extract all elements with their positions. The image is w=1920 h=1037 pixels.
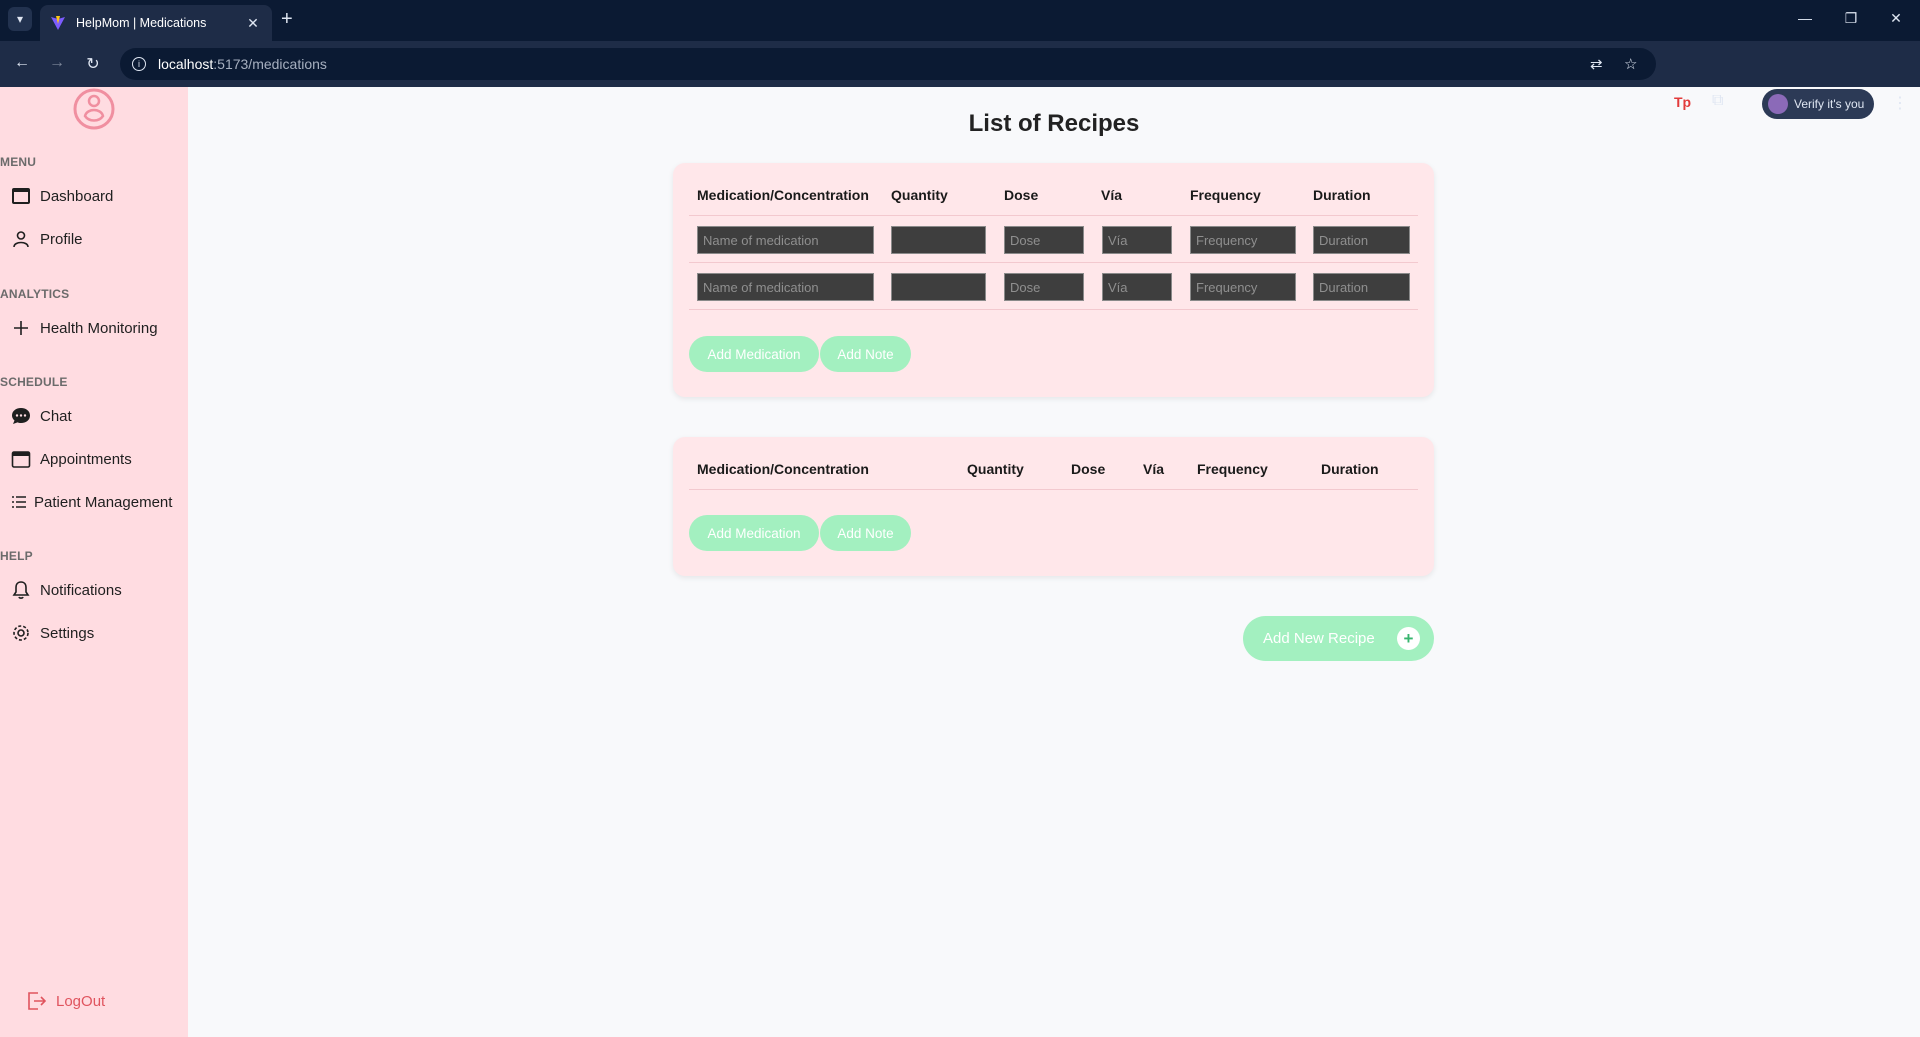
plus-circle-icon: + (1397, 627, 1420, 650)
sidebar-item-label: Appointments (40, 450, 132, 468)
list-icon (10, 491, 28, 513)
medication-input[interactable] (697, 273, 874, 301)
sidebar: MENU Dashboard Profile ANALYTICS Health … (0, 87, 188, 1037)
frequency-input[interactable] (1190, 273, 1296, 301)
dose-input[interactable] (1004, 273, 1084, 301)
site-info-icon[interactable]: i (132, 57, 146, 71)
column-header-duration: Duration (1313, 187, 1371, 203)
browser-tab-bar: ▾ HelpMom | Medications ✕ + — ❐ ✕ (0, 0, 1920, 41)
new-tab-icon[interactable]: + (281, 8, 293, 30)
logout-label: LogOut (56, 992, 106, 1010)
sidebar-item-chat[interactable]: Chat (10, 405, 72, 427)
tab-close-icon[interactable]: ✕ (244, 15, 262, 32)
translate-icon[interactable]: ⇄ (1590, 55, 1603, 73)
sidebar-item-label: Notifications (40, 581, 122, 599)
extension-tp-icon[interactable]: Tp (1674, 94, 1691, 110)
add-medication-button[interactable]: Add Medication (689, 515, 819, 551)
add-note-button[interactable]: Add Note (820, 515, 911, 551)
recipe-card: Medication/Concentration Quantity Dose V… (673, 163, 1434, 397)
column-header-frequency: Frequency (1190, 187, 1261, 203)
tab-title: HelpMom | Medications (76, 16, 207, 30)
via-input[interactable] (1102, 273, 1172, 301)
column-header-medication: Medication/Concentration (697, 461, 869, 477)
column-header-dose: Dose (1004, 187, 1039, 203)
url-path: :5173/medications (213, 56, 327, 72)
add-new-recipe-button[interactable]: Add New Recipe + (1243, 616, 1434, 661)
gear-icon (10, 622, 32, 644)
back-icon[interactable]: ← (12, 54, 32, 72)
window-close-icon[interactable]: ✕ (1886, 10, 1906, 27)
add-medication-button[interactable]: Add Medication (689, 336, 819, 372)
add-new-recipe-label: Add New Recipe (1263, 630, 1375, 647)
medication-input[interactable] (697, 226, 874, 254)
sidebar-item-label: Health Monitoring (40, 319, 158, 337)
logout-icon (26, 990, 48, 1012)
column-header-medication: Medication/Concentration (697, 187, 869, 203)
sidebar-item-label: Dashboard (40, 187, 114, 205)
recipe-card: Medication/Concentration Quantity Dose V… (673, 437, 1434, 576)
vite-favicon-icon (51, 16, 65, 30)
profile-label: Verify it's you (1794, 97, 1865, 111)
plus-icon (10, 317, 32, 339)
minimize-icon[interactable]: — (1795, 10, 1815, 26)
url-field[interactable]: i localhost :5173/medications ⇄ ☆ (120, 48, 1656, 80)
restore-icon[interactable]: ❐ (1841, 10, 1861, 27)
sidebar-item-settings[interactable]: Settings (10, 622, 94, 644)
bell-icon (10, 579, 32, 601)
dose-input[interactable] (1004, 226, 1084, 254)
forward-icon[interactable]: → (47, 54, 67, 72)
quantity-input[interactable] (891, 273, 986, 301)
row-divider (689, 262, 1418, 263)
section-schedule: SCHEDULE (0, 375, 68, 389)
column-header-dose: Dose (1071, 461, 1106, 477)
add-note-button[interactable]: Add Note (820, 336, 911, 372)
extensions-icon[interactable]: ⧉ (1712, 92, 1723, 110)
section-help: HELP (0, 549, 33, 563)
row-divider (689, 489, 1418, 490)
duration-input[interactable] (1313, 273, 1410, 301)
column-header-duration: Duration (1321, 461, 1379, 477)
column-header-frequency: Frequency (1197, 461, 1268, 477)
sidebar-item-health-monitoring[interactable]: Health Monitoring (10, 317, 158, 339)
url-host: localhost (158, 56, 214, 72)
page-title: List of Recipes (968, 110, 1140, 137)
column-header-via: Vía (1143, 461, 1165, 477)
logout-button[interactable]: LogOut (26, 990, 105, 1012)
sidebar-item-profile[interactable]: Profile (10, 228, 83, 250)
row-divider (689, 215, 1418, 216)
sidebar-item-dashboard[interactable]: Dashboard (10, 185, 113, 207)
sidebar-item-patient-management[interactable]: Patient Management (10, 491, 172, 513)
sidebar-item-label: Chat (40, 407, 72, 425)
user-icon (10, 228, 32, 250)
sidebar-item-label: Settings (40, 624, 95, 642)
address-bar: ← → ↻ i localhost :5173/medications ⇄ ☆ … (0, 41, 1920, 119)
chat-bubble-icon (10, 405, 32, 427)
via-input[interactable] (1102, 226, 1172, 254)
section-menu: MENU (0, 155, 37, 169)
section-analytics: ANALYTICS (0, 287, 70, 301)
sidebar-item-label: Profile (40, 230, 83, 248)
quantity-input[interactable] (891, 226, 986, 254)
sidebar-item-notifications[interactable]: Notifications (10, 579, 122, 601)
helpmom-logo-icon (73, 88, 115, 130)
browser-tab[interactable]: HelpMom | Medications ✕ (40, 5, 272, 41)
dashboard-icon (10, 185, 32, 207)
tab-search-button[interactable]: ▾ (8, 7, 32, 31)
frequency-input[interactable] (1190, 226, 1296, 254)
duration-input[interactable] (1313, 226, 1410, 254)
column-header-via: Vía (1101, 187, 1123, 203)
row-divider (689, 309, 1418, 310)
column-header-quantity: Quantity (891, 187, 948, 203)
bookmark-star-icon[interactable]: ☆ (1624, 55, 1637, 73)
column-header-quantity: Quantity (967, 461, 1024, 477)
sidebar-item-appointments[interactable]: Appointments (10, 448, 132, 470)
calendar-icon (10, 448, 32, 470)
sidebar-item-label: Patient Management (34, 493, 173, 511)
reload-icon[interactable]: ↻ (83, 54, 103, 74)
